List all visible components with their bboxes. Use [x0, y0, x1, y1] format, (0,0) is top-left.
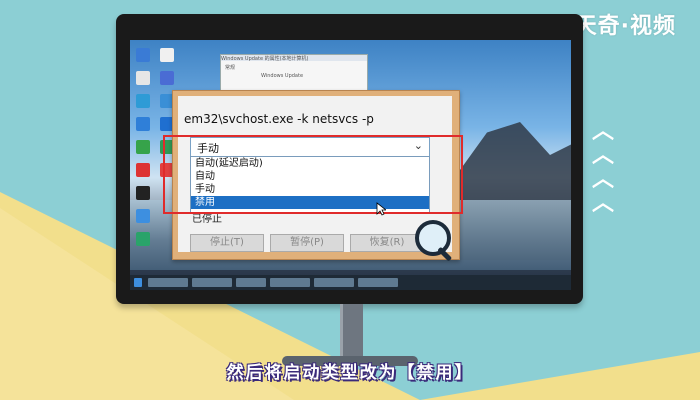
desktop-icon[interactable]	[136, 163, 150, 177]
desktop-icon[interactable]	[136, 48, 150, 62]
desktop-icon[interactable]	[136, 209, 150, 223]
taskbar	[130, 275, 571, 290]
desktop-icon[interactable]	[136, 71, 150, 85]
taskbar-item[interactable]	[236, 278, 266, 287]
chevron-up-icon: ︿	[592, 167, 615, 192]
desktop-icon[interactable]	[160, 48, 174, 62]
desktop-icon[interactable]	[136, 140, 150, 154]
brand-logo: 天奇·视频	[574, 14, 676, 39]
chevrons-up-decoration: ︿ ︿ ︿ ︿	[592, 119, 615, 216]
mouse-pointer-icon	[376, 202, 386, 216]
taskbar-item[interactable]	[314, 278, 354, 287]
background-window-line: 常规	[225, 65, 236, 71]
desktop-icon[interactable]	[160, 71, 174, 85]
pause-button[interactable]: 暂停(P)	[270, 234, 344, 252]
desktop-icon[interactable]	[136, 117, 150, 131]
chevron-up-icon: ︿	[592, 191, 615, 216]
chevron-up-icon: ︿	[592, 119, 615, 144]
monitor-stand	[340, 304, 363, 360]
executable-path: em32\svchost.exe -k netsvcs -p	[184, 112, 374, 126]
chevron-up-icon: ︿	[592, 143, 615, 168]
subtitle-caption: 然后将启动类型改为【禁用】	[226, 363, 474, 383]
background-window-line: Windows Update	[261, 73, 304, 79]
stop-button[interactable]: 停止(T)	[190, 234, 264, 252]
red-highlight-box	[163, 135, 463, 214]
start-button[interactable]	[134, 278, 142, 287]
taskbar-item[interactable]	[192, 278, 232, 287]
taskbar-item[interactable]	[148, 278, 188, 287]
resume-button[interactable]: 恢复(R)	[350, 234, 424, 252]
desktop-icon[interactable]	[136, 186, 150, 200]
taskbar-item[interactable]	[270, 278, 310, 287]
desktop-icon[interactable]	[136, 232, 150, 246]
desktop-icon[interactable]	[136, 94, 150, 108]
taskbar-item[interactable]	[358, 278, 398, 287]
